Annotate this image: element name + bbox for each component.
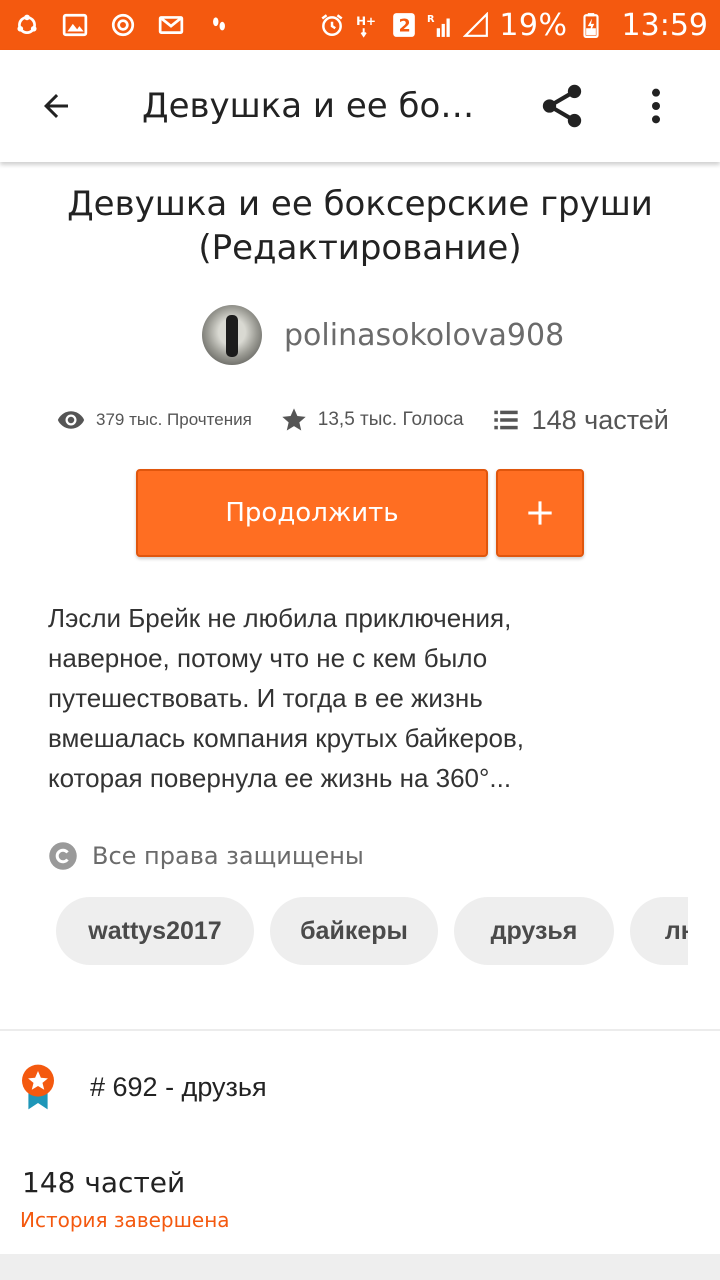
- svg-text:R: R: [427, 14, 435, 25]
- parts-count: 148 частей: [22, 1166, 186, 1199]
- votes-count: 13,5 тыс. Голоса: [317, 409, 464, 430]
- story-status: История завершена: [20, 1208, 230, 1232]
- tag-chip[interactable]: любовь: [630, 897, 688, 965]
- app-bar-title: Девушка и ее бокс...: [142, 86, 482, 126]
- story-stats: 379 тыс. Прочтения 13,5 тыс. Голоса 148 …: [56, 398, 676, 442]
- tag-chip[interactable]: байкеры: [270, 897, 438, 965]
- copyright-notice: Все права защищены: [48, 838, 364, 874]
- story-description: Лэсли Брейк не любила приключения, навер…: [48, 603, 525, 793]
- notification-icons: [14, 12, 232, 38]
- alarm-icon: [319, 12, 345, 38]
- battery-charging-icon: [578, 12, 604, 38]
- author-link[interactable]: polinasokolova908: [202, 304, 564, 366]
- tags-row: wattys2017 байкеры друзья любовь: [56, 897, 688, 965]
- tags-scroller[interactable]: wattys2017 байкеры друзья любовь: [56, 897, 688, 967]
- share-icon: [542, 84, 582, 128]
- story-details-screen: H+ 2 R 19% 13:59 Девушка и ее бокс... Де…: [0, 0, 720, 1280]
- list-icon: [493, 410, 518, 430]
- status-bar: H+ 2 R 19% 13:59: [0, 0, 720, 50]
- app-bar: Девушка и ее бокс...: [0, 50, 720, 162]
- author-name[interactable]: polinasokolova908: [284, 318, 564, 353]
- ranking-text[interactable]: # 692 - друзья: [90, 1072, 267, 1103]
- tag-chip[interactable]: друзья: [454, 897, 614, 965]
- gallery-icon: [62, 12, 88, 38]
- clock: 13:59: [621, 7, 708, 43]
- more-options-button[interactable]: [636, 76, 676, 136]
- reads-count: 379 тыс. Прочтения: [96, 410, 252, 429]
- plus-icon: [528, 501, 552, 525]
- add-to-library-button[interactable]: [496, 469, 584, 557]
- share-button[interactable]: [532, 76, 592, 136]
- footsteps-icon: [206, 12, 232, 38]
- star-icon: [282, 408, 306, 431]
- signal-icon: R: [427, 12, 453, 38]
- section-divider: [0, 1029, 720, 1031]
- svg-text:H+: H+: [356, 14, 376, 28]
- sync-icon: [14, 12, 40, 38]
- ranking-badge-icon: [22, 1064, 54, 1110]
- copyright-icon: [49, 842, 77, 870]
- sim-badge-icon: 2: [391, 12, 417, 38]
- parts-stat: 148 частей: [492, 405, 669, 436]
- back-button[interactable]: [26, 76, 86, 136]
- network-type-icon: H+: [355, 12, 381, 38]
- svg-text:2: 2: [399, 17, 411, 37]
- votes-stat: 13,5 тыс. Голоса: [280, 406, 464, 434]
- copyright-text: Все права защищены: [92, 842, 364, 870]
- next-section-edge: [0, 1254, 720, 1280]
- back-arrow-icon: [44, 94, 68, 118]
- target-icon: [110, 12, 136, 38]
- tag-chip[interactable]: wattys2017: [56, 897, 254, 965]
- continue-reading-button[interactable]: Продолжить: [136, 469, 488, 557]
- story-title: Девушка и ее боксерские груши (Редактиро…: [67, 184, 653, 268]
- battery-percent: 19%: [499, 7, 568, 43]
- parts-count-stat: 148 частей: [531, 404, 669, 435]
- ranking-row[interactable]: # 692 - друзья: [18, 1062, 267, 1112]
- eye-icon: [57, 411, 85, 429]
- system-indicators: H+ 2 R 19% 13:59: [319, 8, 708, 43]
- reads-stat: 379 тыс. Прочтения: [56, 405, 252, 435]
- signal-empty-icon: [463, 12, 489, 38]
- mail-icon: [158, 12, 184, 38]
- more-vert-icon: [652, 88, 660, 124]
- author-avatar[interactable]: [202, 305, 262, 365]
